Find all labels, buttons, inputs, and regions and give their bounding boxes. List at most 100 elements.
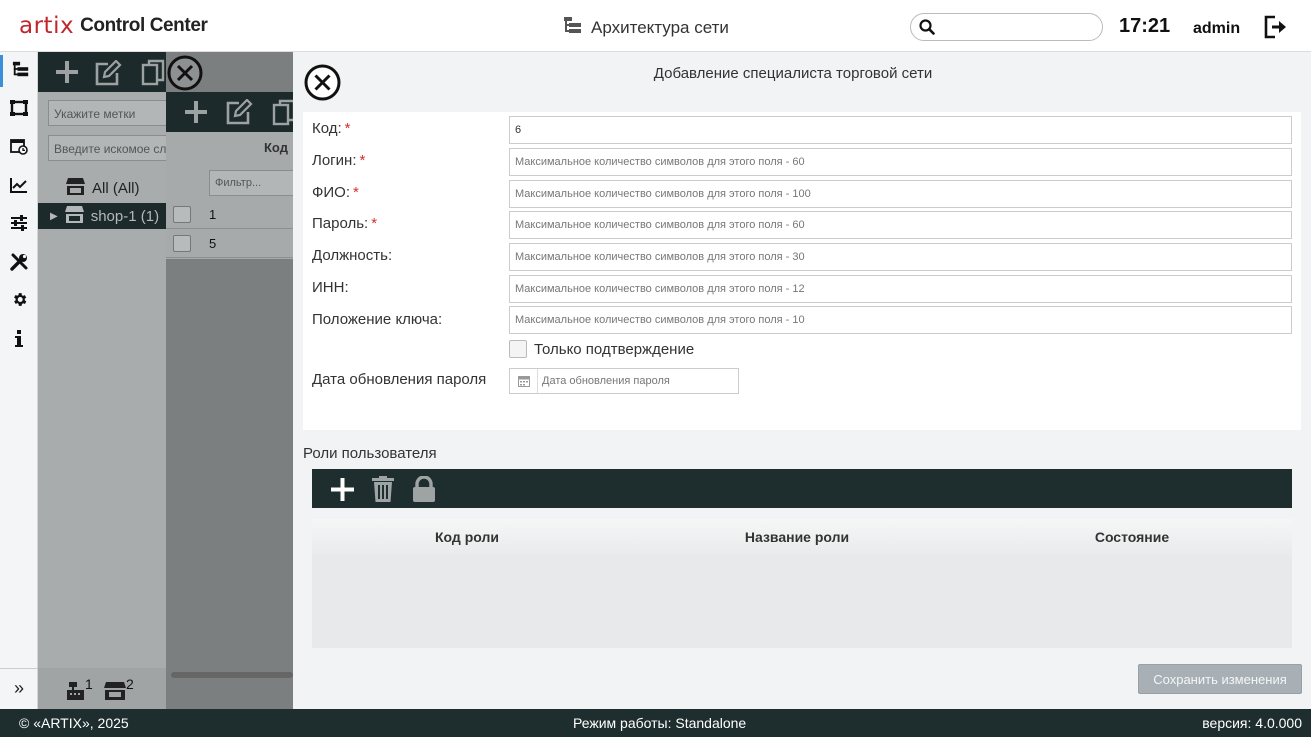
- specialist-form: Код:* Логин:* ФИО:* Пароль:* Должность: …: [303, 112, 1301, 430]
- field-label-inn: ИНН:: [312, 279, 349, 296]
- list-toolbar: [166, 92, 296, 132]
- left-sidebar: »: [0, 52, 38, 709]
- store-icon: [104, 682, 126, 705]
- tools-icon: [10, 253, 28, 276]
- tree-item-label: shop-1 (1): [90, 207, 160, 225]
- field-label-password: Пароль: *: [312, 215, 378, 232]
- delete-role-button[interactable]: [370, 476, 396, 502]
- table-row[interactable]: 5: [166, 229, 293, 258]
- tree-toolbar: [38, 52, 166, 92]
- app-name: Control Center: [80, 15, 208, 36]
- sliders-icon: [10, 214, 28, 236]
- logo-artix: artix: [19, 13, 75, 39]
- sidebar-expand-button[interactable]: »: [0, 668, 38, 708]
- caret-right-icon[interactable]: ▶: [50, 211, 58, 222]
- confirm-only-label: Только подтверждение: [534, 340, 695, 358]
- inn-input[interactable]: [509, 275, 1292, 303]
- roles-table-body: [312, 555, 1292, 648]
- dialog-title: Добавление специалиста торговой сети: [653, 65, 933, 82]
- copy-icon[interactable]: [141, 59, 166, 91]
- roles-table-header: Код роли Название роли Состояние: [312, 519, 1292, 555]
- tree-item-shop[interactable]: ▶ shop-1 (1): [38, 203, 166, 229]
- logout-icon[interactable]: [1263, 15, 1289, 44]
- sidebar-schedule[interactable]: [0, 132, 38, 164]
- save-changes-button[interactable]: Сохранить изменения: [1138, 664, 1302, 694]
- field-label-position: Должность:: [312, 247, 393, 264]
- add-role-button[interactable]: [329, 476, 355, 502]
- cash-register-icon: [66, 682, 86, 705]
- column-header-code[interactable]: Код: [264, 140, 288, 155]
- app-logo[interactable]: artix Control Center: [19, 12, 208, 40]
- tree-item-all[interactable]: All (All): [38, 175, 166, 201]
- dialog-close-button[interactable]: [304, 64, 341, 101]
- lock-role-button[interactable]: [411, 476, 437, 502]
- copyright: © «ARTIX», 2025: [19, 715, 129, 731]
- field-label-login: Логин: *: [312, 152, 366, 169]
- info-icon: [15, 330, 23, 352]
- tree-footer: 1 2: [38, 668, 166, 709]
- confirm-only-checkbox[interactable]: [509, 340, 527, 358]
- search-icon: [919, 19, 935, 40]
- chart-icon: [10, 177, 28, 198]
- add-icon[interactable]: [55, 60, 79, 89]
- confirm-only-option[interactable]: Только подтверждение: [509, 340, 694, 358]
- login-input[interactable]: [509, 148, 1292, 176]
- close-icon[interactable]: [167, 55, 203, 91]
- sidebar-config[interactable]: [0, 286, 38, 318]
- network-tree-panel: Укажите метки Введите искомое слово All …: [38, 52, 188, 709]
- position-input[interactable]: [509, 243, 1292, 271]
- search-input[interactable]: [941, 17, 1091, 37]
- add-specialist-dialog: Добавление специалиста торговой сети Код…: [293, 52, 1311, 709]
- sidebar-info[interactable]: [0, 325, 38, 357]
- filter-field[interactable]: Фильтр...: [209, 170, 299, 196]
- store-icon: [66, 177, 85, 199]
- horizontal-scrollbar[interactable]: [171, 672, 293, 678]
- sidebar-settings-sliders[interactable]: [0, 209, 38, 241]
- sidebar-tools[interactable]: [0, 248, 38, 280]
- specialists-table: Код Фильтр... 1 5: [166, 132, 299, 259]
- calendar-icon[interactable]: [510, 369, 538, 393]
- password-date-input[interactable]: [542, 372, 732, 390]
- field-label-fullname: ФИО: *: [312, 184, 359, 201]
- page-title: Архитектура сети: [563, 15, 729, 40]
- add-icon[interactable]: [184, 100, 208, 129]
- gear-icon: [11, 291, 28, 313]
- specialists-panel: Код Фильтр... 1 5: [166, 52, 299, 709]
- edit-icon[interactable]: [94, 59, 122, 91]
- column-header-role-state[interactable]: Состояние: [977, 529, 1287, 545]
- password-date-field[interactable]: [509, 368, 739, 394]
- field-label-password-date: Дата обновления пароля: [312, 371, 487, 388]
- row-checkbox[interactable]: [173, 235, 191, 252]
- sidebar-shops[interactable]: [0, 94, 38, 126]
- key-position-input[interactable]: [509, 306, 1292, 334]
- table-row[interactable]: 1: [166, 200, 293, 229]
- user-name[interactable]: admin: [1193, 20, 1240, 38]
- page-title-text: Архитектура сети: [591, 17, 729, 37]
- cash-register-count: 1: [85, 676, 93, 692]
- plus-icon: [330, 477, 354, 501]
- shop-icon: [10, 99, 28, 121]
- password-input[interactable]: [509, 211, 1292, 239]
- code-input[interactable]: [509, 116, 1292, 144]
- field-label-key-position: Положение ключа:: [312, 311, 443, 328]
- row-code: 1: [209, 207, 217, 222]
- schedule-icon: [10, 137, 28, 160]
- sidebar-network-tree[interactable]: [0, 55, 38, 87]
- column-header-role-code[interactable]: Код роли: [312, 529, 622, 545]
- row-code: 5: [209, 236, 217, 251]
- edit-icon[interactable]: [225, 98, 253, 130]
- row-checkbox[interactable]: [173, 206, 191, 223]
- search-box[interactable]: [910, 13, 1103, 41]
- network-tree-icon: [12, 60, 30, 83]
- network-tree-icon: [563, 15, 583, 40]
- clock: 17:21: [1119, 15, 1171, 37]
- column-header-role-name[interactable]: Название роли: [642, 529, 952, 545]
- sidebar-reports[interactable]: [0, 171, 38, 203]
- fullname-input[interactable]: [509, 180, 1292, 208]
- app-header: artix Control Center Архитектура сети 17…: [0, 0, 1311, 52]
- lock-icon: [413, 476, 435, 502]
- app-version: версия: 4.0.000: [1202, 715, 1302, 731]
- store-icon: [64, 205, 84, 227]
- roles-toolbar: [312, 469, 1292, 508]
- app-footer: © «ARTIX», 2025 Режим работы: Standalone…: [0, 709, 1311, 737]
